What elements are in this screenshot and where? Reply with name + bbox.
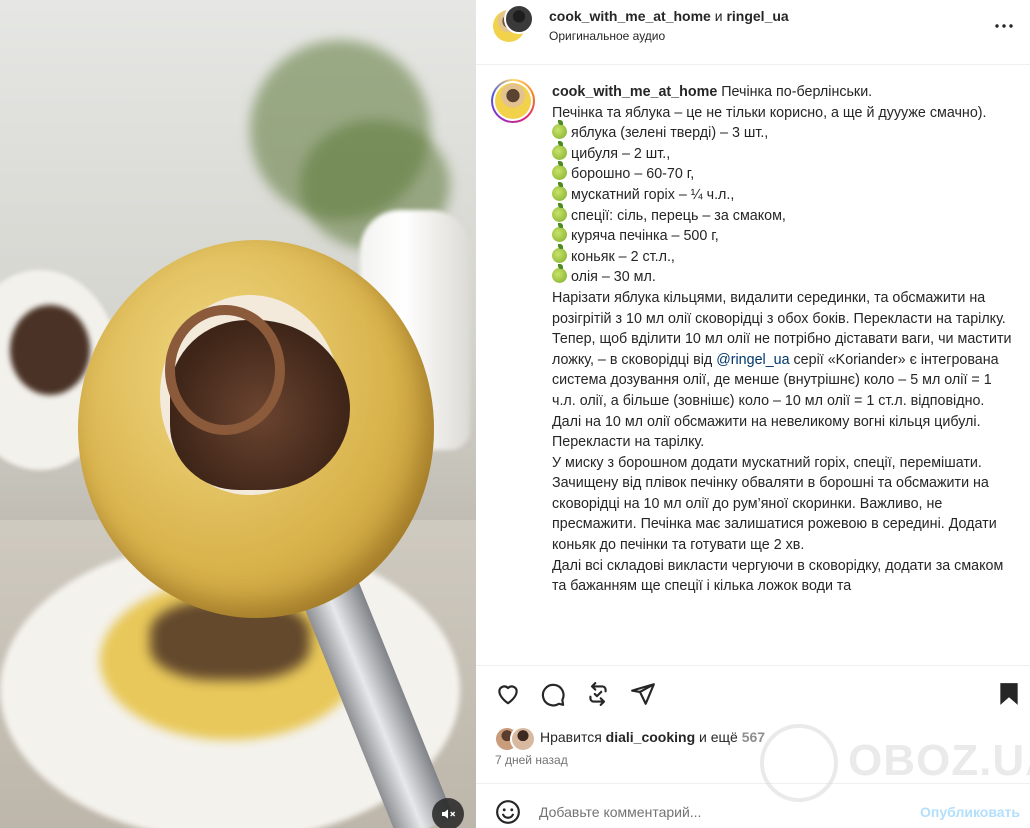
repost-icon[interactable] (585, 681, 611, 707)
caption-step-1: Нарізати яблука кільцями, видалити серед… (552, 289, 1006, 327)
coauthor-avatar[interactable] (504, 4, 534, 34)
speaker-muted-icon (442, 809, 456, 819)
likes-summary: Нравится diali_cooking и ещё 567 (540, 729, 765, 745)
post-panel: cook_with_me_at_home и ringel_ua Оригина… (476, 0, 1030, 828)
ingredient-item: коньяк – 2 ст.л., (552, 243, 1014, 268)
bookmark-icon[interactable] (996, 681, 1022, 707)
green-apple-icon (552, 181, 567, 201)
mute-button[interactable] (432, 798, 464, 828)
post-authors: cook_with_me_at_home и ringel_ua (549, 8, 789, 24)
caption-step-4: У миску з борошном додати мускатний горі… (552, 454, 1001, 554)
ingredient-item: куряча печінка – 500 г, (552, 223, 1014, 247)
authors-conjunction: и (714, 8, 723, 24)
mention-link[interactable]: @ringel_ua (716, 352, 789, 368)
likes-count[interactable]: 567 (742, 729, 765, 745)
ingredient-item: яблука (зелені тверді) – 3 шт., (552, 120, 1014, 144)
media-onion-ring (165, 305, 285, 435)
likes-prefix: Нравится (540, 729, 602, 745)
coauthor-username[interactable]: ringel_ua (726, 8, 788, 24)
caption-text: cook_with_me_at_home Печінка по-берлінсь… (552, 82, 1014, 597)
post-media[interactable] (0, 0, 476, 828)
comment-icon[interactable] (540, 681, 566, 707)
likes-and-more: и ещё (699, 729, 738, 745)
green-apple-icon (552, 120, 567, 140)
green-apple-icon (552, 140, 567, 160)
caption-avatar[interactable] (491, 79, 535, 123)
caption-title: Печінка по-берлінськи. (721, 84, 873, 100)
green-apple-icon (552, 223, 567, 243)
caption-step-5: Далі всі складові викласти чергуючи в ск… (552, 557, 1008, 595)
liker-username[interactable]: diali_cooking (606, 729, 695, 745)
ingredient-item: цибуля – 2 шт., (552, 140, 1014, 165)
green-apple-icon (552, 264, 567, 284)
liker-avatar[interactable] (510, 726, 536, 752)
green-apple-icon (552, 161, 567, 181)
ingredient-item: олія – 30 мл. (552, 264, 1014, 288)
heart-icon[interactable] (495, 681, 521, 707)
emoji-icon[interactable] (495, 799, 521, 825)
post-caption: cook_with_me_at_home Печінка по-берлінсь… (476, 65, 1030, 665)
ingredient-item: спеції: сіль, перець – за смаком, (552, 202, 1014, 227)
ingredient-item: мускатний горіх – ¼ ч.л., (552, 181, 1014, 206)
media-back-plate-food (10, 305, 90, 395)
caption-username[interactable]: cook_with_me_at_home (552, 84, 717, 100)
audio-link[interactable]: Оригинальное аудио (549, 29, 665, 43)
divider (476, 783, 1030, 784)
likes-row[interactable]: Нравится diali_cooking и ещё 567 (494, 724, 1014, 752)
ingredient-item: борошно – 60-70 г, (552, 161, 1014, 185)
caption-step-2: Тепер, щоб вділити 10 мл олії не потрібн… (552, 331, 1016, 409)
action-bar (476, 672, 1030, 716)
caption-step-3: Далі на 10 мл олії обсмажити на невелико… (552, 413, 985, 451)
divider (476, 665, 1030, 666)
more-horizontal-icon[interactable] (992, 14, 1016, 38)
post-comment-button[interactable]: Опубликовать (920, 804, 1020, 820)
caption-intro: Печінка та яблука – це не тільки корисно… (552, 104, 987, 121)
post-header: cook_with_me_at_home и ringel_ua Оригина… (476, 0, 1030, 65)
green-apple-icon (552, 202, 567, 222)
send-icon[interactable] (630, 681, 656, 707)
author-username[interactable]: cook_with_me_at_home (549, 8, 711, 24)
comment-input[interactable] (539, 800, 899, 824)
comment-form: Опубликовать (476, 790, 1030, 828)
post-timestamp[interactable]: 7 дней назад (495, 753, 568, 767)
green-apple-icon (552, 243, 567, 263)
